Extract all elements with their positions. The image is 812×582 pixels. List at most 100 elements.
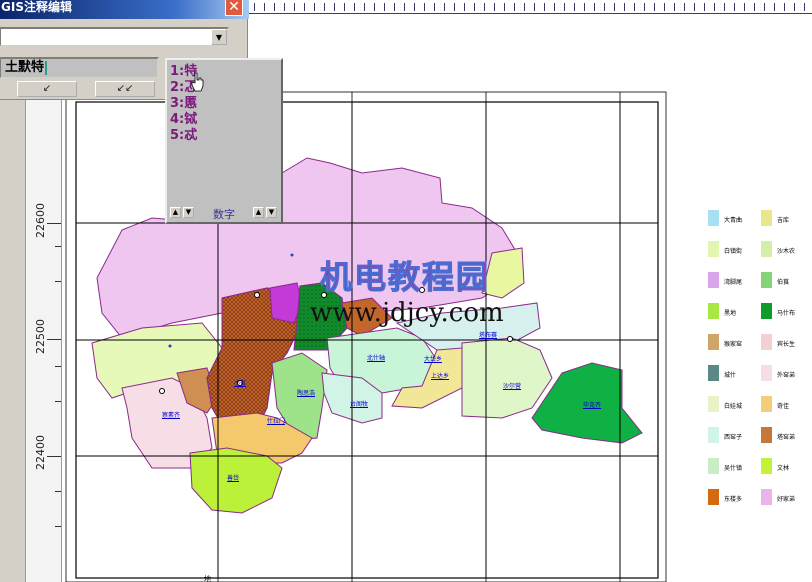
ime-mode-label: 数字	[213, 208, 235, 221]
legend-label: 文林	[777, 465, 790, 472]
legend-item: 文林	[761, 458, 812, 474]
region-label: 北什轴	[367, 355, 386, 362]
region-label: 小召	[234, 380, 247, 387]
page-down-icon[interactable]: ▼	[183, 207, 194, 218]
legend-item: 白娃城	[708, 396, 768, 412]
legend-item: 好家弟	[761, 489, 812, 505]
watermark-title: 机电教程园	[319, 258, 491, 297]
legend-swatch	[708, 241, 719, 257]
ruler-label: 22600	[34, 203, 47, 238]
legend-swatch	[708, 303, 719, 319]
ime-candidate[interactable]: 4:铽	[170, 112, 197, 127]
legend-label: 吉库	[777, 217, 790, 224]
ime-candidate[interactable]: 5:忒	[170, 128, 197, 143]
ruler-label: 22500	[34, 319, 47, 354]
map-bottom-label: 地	[204, 575, 211, 582]
legend-item: 塔窑弟	[761, 427, 812, 443]
scroll-up-icon[interactable]: ▲	[253, 207, 264, 218]
legend-label: 西窑子	[724, 434, 743, 441]
annotation-text-input[interactable]: 土默特	[0, 57, 159, 79]
region-label: 毕克齐	[583, 402, 602, 409]
legend-item: 伯莨	[761, 272, 812, 288]
legend-swatch	[761, 427, 772, 443]
region-label: 上达乡	[431, 373, 450, 380]
legend-item: 大青曲	[708, 210, 768, 226]
annotation-text-value: 土默特	[5, 60, 45, 75]
legend-item: 西窑子	[708, 427, 768, 443]
dialog-title[interactable]: GIS注释编辑	[0, 0, 249, 19]
text-caret	[45, 60, 48, 75]
legend-item: 东楼多	[708, 489, 768, 505]
legend-label: 好家弟	[777, 496, 796, 503]
close-button[interactable]: ✕	[225, 0, 243, 16]
legend-item: 外窑弟	[761, 365, 812, 381]
legend-label: 大青曲	[724, 217, 743, 224]
legend-swatch	[708, 365, 719, 381]
legend-label: 吴什镇	[724, 465, 743, 472]
tool-button-2[interactable]: ↙↙	[95, 81, 155, 97]
hand-cursor-icon	[191, 72, 204, 92]
legend-label: 塔窑弟	[777, 434, 796, 441]
legend-item: 宾长生	[761, 334, 812, 350]
tool-button-1[interactable]: ↙	[17, 81, 77, 97]
legend-item: 猴家窑	[708, 334, 768, 350]
ime-candidate[interactable]: 3:慝	[170, 96, 197, 111]
horizontal-ruler	[248, 0, 812, 14]
legend-item: 白镇街	[708, 241, 768, 257]
region-label: 陶思浩	[297, 390, 316, 397]
legend-swatch	[708, 334, 719, 350]
legend-item: 马什布	[761, 303, 812, 319]
legend-swatch	[708, 396, 719, 412]
legend-label: 城什	[724, 372, 737, 379]
page-up-icon[interactable]: ▲	[170, 207, 181, 218]
region-label: 沙尔营	[503, 383, 522, 390]
legend-swatch	[761, 210, 772, 226]
legend-label: 奇佳	[777, 403, 790, 410]
legend-item: 黑地	[708, 303, 768, 319]
legend-label: 马什布	[777, 310, 796, 317]
legend-label: 湾脚尾	[724, 279, 743, 286]
region-label: 什拉门	[267, 418, 286, 425]
left-panel	[0, 96, 26, 582]
legend-swatch	[708, 427, 719, 443]
legend-swatch	[761, 489, 772, 505]
legend-label: 黑地	[724, 310, 737, 317]
legend-swatch	[708, 458, 719, 474]
ime-candidate-window: 1:特 2:忑 3:慝 4:铽 5:忒 ▲ ▼ 数字 ▲ ▼	[165, 58, 283, 224]
chevron-down-icon[interactable]: ▼	[211, 29, 227, 45]
legend-item: 城什	[708, 365, 768, 381]
ruler-label: 22400	[34, 435, 47, 470]
legend-swatch	[708, 210, 719, 226]
legend-item: 吴什镇	[708, 458, 768, 474]
app-window: { "dialog": { "title": "GIS注释编辑", "close…	[0, 0, 812, 582]
legend-label: 白娃城	[724, 403, 743, 410]
region-label: 大岱乡	[424, 356, 443, 363]
scroll-down-icon[interactable]: ▼	[266, 207, 277, 218]
region-label: 塔布赛	[479, 332, 498, 339]
legend-item: 吉库	[761, 210, 812, 226]
legend-swatch	[761, 458, 772, 474]
font-combo[interactable]: ▼	[0, 27, 229, 47]
legend-swatch	[708, 489, 719, 505]
map-svg	[65, 91, 667, 582]
legend-item: 奇佳	[761, 396, 812, 412]
legend-swatch	[761, 334, 772, 350]
region-label: 台阁牧	[350, 401, 369, 408]
watermark-url: www.jdjcy.com	[310, 298, 504, 328]
ime-footer: ▲ ▼ 数字 ▲ ▼	[167, 206, 281, 222]
legend-swatch	[761, 241, 772, 257]
legend-label: 白镇街	[724, 248, 743, 255]
legend-swatch	[761, 396, 772, 412]
region-label: 察素齐	[162, 412, 181, 419]
legend-swatch	[761, 303, 772, 319]
legend-label: 伯莨	[777, 279, 790, 286]
region-label: 善岱	[227, 475, 240, 482]
map-canvas[interactable]: 大岱乡 北什轴 上达乡 沙尔营 毕克齐 塔布赛 台阁牧 陶思浩 什拉门 察素齐 …	[62, 88, 686, 582]
legend-item: 沙木农	[761, 241, 812, 257]
legend-label: 沙木农	[777, 248, 796, 255]
legend-label: 东楼多	[724, 496, 743, 503]
legend-label: 外窑弟	[777, 372, 796, 379]
legend-item: 湾脚尾	[708, 272, 768, 288]
legend-swatch	[761, 272, 772, 288]
legend-swatch	[761, 365, 772, 381]
